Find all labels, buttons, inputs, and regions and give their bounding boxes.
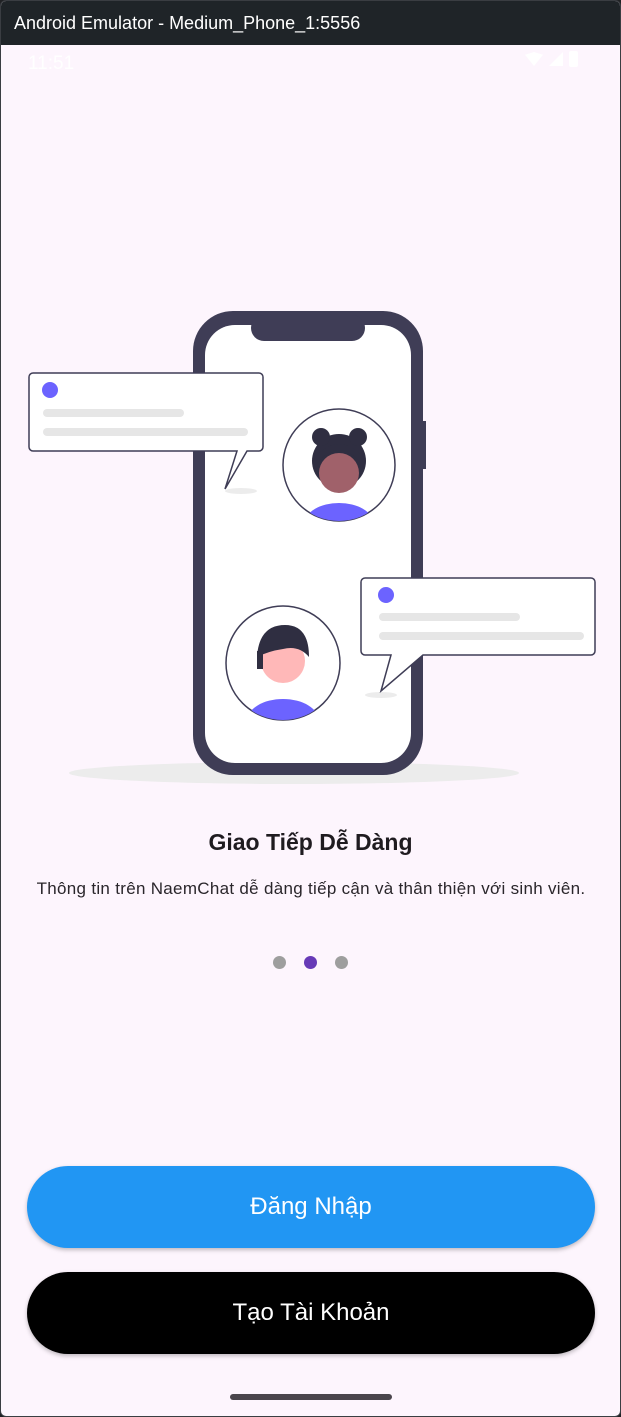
- window-title-bar: Android Emulator - Medium_Phone_1:5556: [1, 1, 620, 45]
- page-dot-3[interactable]: [335, 956, 348, 969]
- home-indicator[interactable]: [230, 1394, 392, 1400]
- onboarding-title: Giao Tiếp Dễ Dàng: [208, 829, 413, 855]
- phone-side-button: [421, 421, 426, 469]
- chat-illustration: [28, 311, 596, 784]
- onboarding-description: Thông tin trên NaemChat dễ dàng tiếp cận…: [36, 879, 586, 898]
- emulator-window: Android Emulator - Medium_Phone_1:5556 1…: [0, 0, 621, 1417]
- login-button[interactable]: Đăng Nhập: [27, 1166, 595, 1248]
- app-screen: 11:51 Giao Tiếp Dễ Dàng Thông tin trên N…: [3, 45, 618, 1415]
- window-title: Android Emulator - Medium_Phone_1:5556: [14, 13, 361, 33]
- page-dot-1[interactable]: [273, 956, 286, 969]
- page-dot-2[interactable]: [304, 956, 317, 969]
- phone-notch: [251, 315, 365, 341]
- register-button[interactable]: Tạo Tài Khoản: [27, 1272, 595, 1354]
- page-indicator: [3, 956, 618, 969]
